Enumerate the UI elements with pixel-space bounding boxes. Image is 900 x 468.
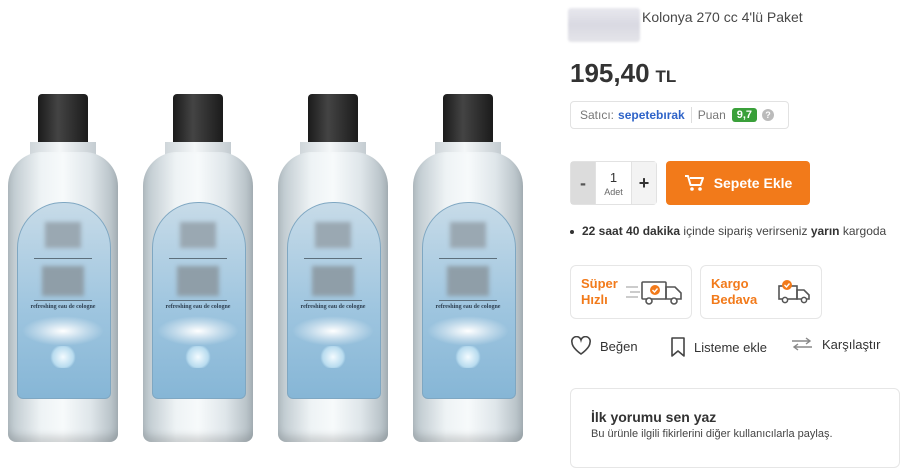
quantity-field[interactable]: 1 Adet [595,162,632,204]
bottle-label-text: refreshing eau de cologne [435,304,501,310]
badge-line1: Kargo [711,276,749,291]
review-heading: İlk yorumu sen yaz [591,409,717,425]
help-icon[interactable]: ? [762,109,775,121]
cologne-bottle: refreshing eau de cologne [413,94,523,444]
shipping-mid: içinde sipariş verirseniz [683,224,808,238]
product-actions: Beğen Listeme ekle Karşılaştır [570,336,900,360]
price-currency: TL [655,67,677,86]
cologne-bottle: refreshing eau de cologne [143,94,253,444]
product-detail-panel: Kolonya 270 cc 4'lü Paket 195,40 TL Satıc… [548,0,900,468]
add-to-list-button[interactable]: Listeme ekle [670,336,767,358]
price: 195,40 TL [570,58,676,89]
like-label: Beğen [600,338,638,354]
badge-line1: Süper [581,276,618,291]
add-to-cart-button[interactable]: Sepete Ekle [666,161,810,205]
free-shipping-badge[interactable]: Kargo Bedava [700,265,822,319]
cologne-bottle: refreshing eau de cologne [8,94,118,444]
compare-label: Karşılaştır [822,336,881,352]
seller-info: Satıcı: sepetebırak Puan 9,7 ? [570,101,789,129]
badge-line2: Hızlı [581,292,608,307]
like-button[interactable]: Beğen [570,336,638,356]
shipping-info: 22 saat 40 dakika içinde sipariş verirse… [570,224,886,238]
bookmark-icon [671,337,685,357]
badge-line2: Bedava [711,292,758,307]
quantity-stepper: - 1 Adet + [570,161,657,205]
shipping-time: 22 saat 40 dakika [582,224,681,238]
review-subtext: Bu ürünle ilgili fikirlerini diğer kulla… [591,428,833,440]
add-to-cart-label: Sepete Ekle [713,175,793,191]
quantity-value: 1 [609,169,618,185]
cologne-bottle: refreshing eau de cologne [278,94,388,444]
quantity-unit: Adet [604,186,623,197]
seller-label: Satıcı: [580,108,615,122]
rating-label: Puan [697,108,726,122]
add-to-list-label: Listeme ekle [694,339,767,355]
seller-rating-badge: 9,7 [731,108,758,122]
shipping-truck-icon [778,280,811,304]
product-title: Kolonya 270 cc 4'lü Paket [642,9,803,25]
divider [690,107,692,123]
compare-button[interactable]: Karşılaştır [790,336,881,352]
shipping-day: yarın [810,224,840,238]
cart-icon [684,175,704,191]
increase-quantity-button[interactable]: + [632,162,656,204]
product-image[interactable]: refreshing eau de cologne refreshing eau… [0,0,548,463]
bottle-label-text: refreshing eau de cologne [300,304,366,310]
seller-link[interactable]: sepetebırak [618,108,685,122]
brand-name-blurred[interactable] [568,8,640,42]
super-fast-badge[interactable]: Süper Hızlı [570,265,692,319]
compare-arrows-icon [792,337,812,351]
first-review-box[interactable]: İlk yorumu sen yaz Bu ürünle ilgili fiki… [570,388,900,468]
shipping-end: kargoda [842,224,887,238]
price-amount: 195,40 [570,58,650,88]
bottle-label-text: refreshing eau de cologne [165,304,231,310]
heart-icon [571,336,591,355]
decrease-quantity-button[interactable]: - [571,162,595,204]
fast-truck-icon [625,281,682,305]
bottle-label-text: refreshing eau de cologne [30,304,96,310]
